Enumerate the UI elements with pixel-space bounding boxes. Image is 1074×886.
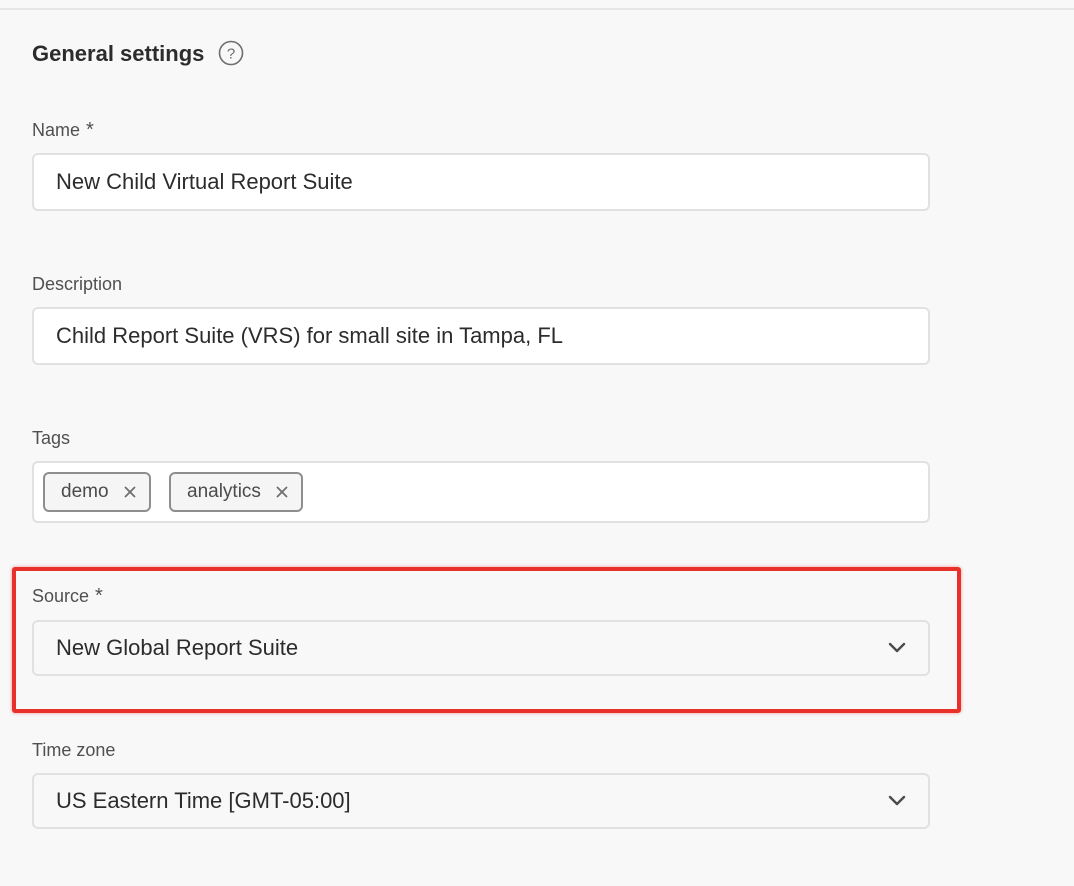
source-select[interactable]: New Global Report Suite: [32, 620, 930, 676]
source-select-value: New Global Report Suite: [56, 635, 299, 660]
name-label-text: Name: [32, 120, 81, 140]
tags-label-text: Tags: [32, 428, 71, 448]
top-divider: [0, 8, 1074, 10]
timezone-select-value: US Eastern Time [GMT-05:00]: [56, 788, 351, 813]
tags-label: Tags: [32, 426, 70, 450]
description-input-value: Child Report Suite (VRS) for small site …: [56, 323, 563, 348]
description-label-text: Description: [32, 274, 123, 294]
general-settings-panel: General settings ? Name * New Child Virtu…: [0, 0, 1074, 886]
chevron-down-icon[interactable]: [888, 640, 906, 654]
question-circle-icon[interactable]: ?: [218, 40, 244, 66]
source-label: Source *: [32, 584, 103, 608]
close-icon[interactable]: [123, 485, 137, 499]
required-asterisk: *: [95, 585, 103, 607]
close-icon[interactable]: [275, 485, 289, 499]
tags-input[interactable]: demo analytics: [32, 461, 930, 523]
name-label: Name *: [32, 118, 94, 142]
svg-text:?: ?: [227, 46, 235, 63]
timezone-select[interactable]: US Eastern Time [GMT-05:00]: [32, 773, 930, 829]
required-asterisk: *: [86, 119, 94, 141]
name-input[interactable]: New Child Virtual Report Suite: [32, 153, 930, 211]
tag-label: demo: [61, 481, 109, 502]
name-input-value: New Child Virtual Report Suite: [56, 169, 353, 194]
description-label: Description: [32, 272, 122, 296]
tag-chip-analytics: analytics: [169, 472, 303, 512]
timezone-label-text: Time zone: [32, 740, 116, 760]
timezone-label: Time zone: [32, 738, 115, 762]
description-input[interactable]: Child Report Suite (VRS) for small site …: [32, 307, 930, 365]
section-title: General settings: [32, 41, 205, 66]
tag-chip-demo: demo: [43, 472, 151, 512]
tag-label: analytics: [187, 481, 261, 502]
source-label-text: Source: [32, 586, 90, 606]
chevron-down-icon[interactable]: [888, 793, 906, 807]
